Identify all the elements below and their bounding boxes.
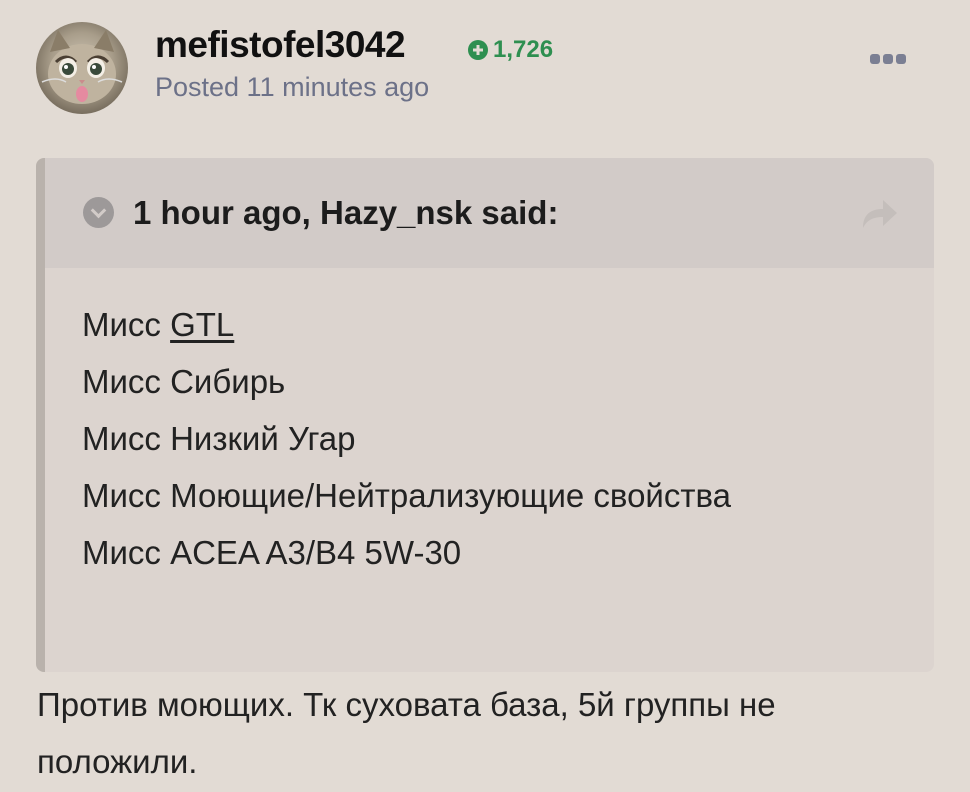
quote-header[interactable]: 1 hour ago, Hazy_nsk said: [45,158,934,268]
post-timestamp[interactable]: Posted 11 minutes ago [155,72,429,103]
user-avatar[interactable] [36,22,128,114]
quote-line: Мисс Низкий Угар [82,420,356,457]
chevron-down-circle-icon[interactable] [83,197,114,228]
plus-circle-icon [468,40,488,60]
share-arrow-icon[interactable] [859,196,899,230]
more-dot [896,54,906,64]
quote-citation: 1 hour ago, Hazy_nsk said: [133,194,559,231]
quote-line: Мисс GTL [82,306,235,343]
more-dot [870,54,880,64]
quote-line: Мисс ACEA A3/B4 5W-30 [82,534,462,571]
forum-post: mefistofel3042 1,726 Posted 11 minutes a… [0,0,970,792]
reputation-badge[interactable]: 1,726 [468,36,553,64]
quote-block: 1 hour ago, Hazy_nsk said: Мисс GTL Мисс… [36,158,934,672]
reputation-count: 1,726 [493,36,554,63]
gtl-link[interactable]: GTL [170,306,234,343]
quote-line: Мисс Сибирь [82,363,286,400]
quote-content: Мисс GTL Мисс Сибирь Мисс Низкий Угар Ми… [45,268,934,581]
more-options-icon[interactable] [870,54,906,64]
reply-text: Против моющих. Тк суховата база, 5й груп… [37,686,776,780]
quote-line: Мисс Моющие/Нейтрализующие свойства [82,477,731,514]
more-dot [883,54,893,64]
post-author-name[interactable]: mefistofel3042 [155,24,406,66]
cat-avatar-image [41,30,123,104]
